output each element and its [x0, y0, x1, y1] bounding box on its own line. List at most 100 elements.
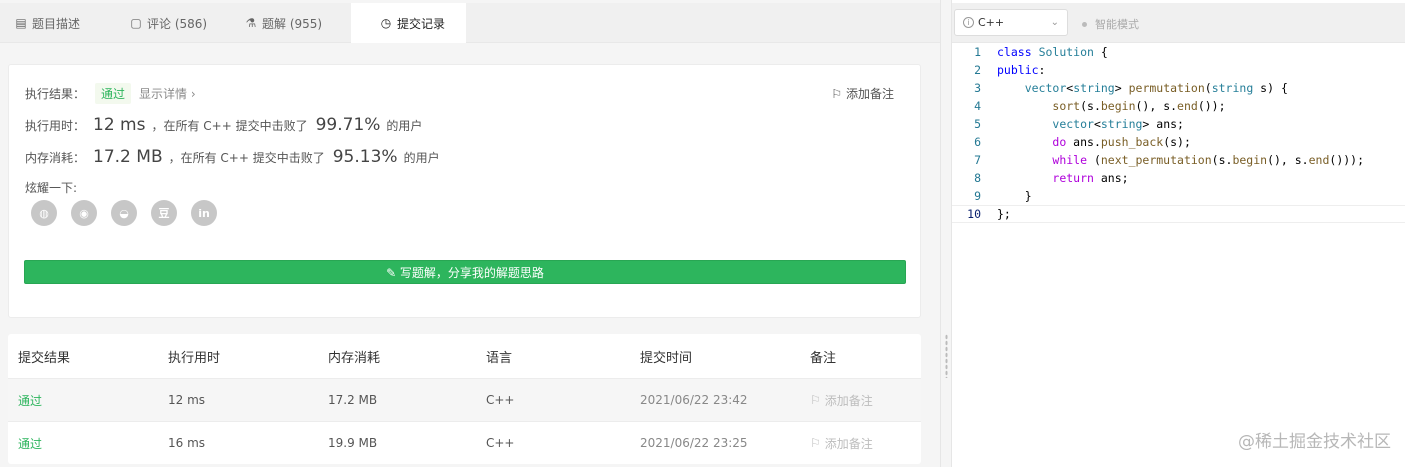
code-text: class Solution {	[997, 45, 1108, 59]
code-line: 1 class Solution {	[952, 43, 1405, 61]
douban-icon[interactable]: 豆	[151, 200, 177, 226]
line-number: 6	[974, 135, 981, 149]
table-row[interactable]: 通过 12 ms 17.2 MB C++ 2021/06/22 23:42 ⚐ …	[8, 378, 921, 421]
header-language: 语言	[486, 350, 513, 366]
smart-mode-toggle[interactable]: 智能模式	[1082, 16, 1139, 32]
clock-icon: ◷	[380, 16, 392, 30]
language-value: C++	[978, 16, 1005, 29]
runtime-label: 执行用时：	[25, 119, 86, 133]
memory-label: 内存消耗：	[25, 151, 86, 165]
runtime-row: 执行用时： 12 ms ，在所有 C++ 提交中击败了 99.71% 的用户	[25, 115, 422, 135]
code-text: while (next_permutation(s.begin(), s.end…	[1052, 153, 1365, 167]
code-text: vector<string> permutation(string s) {	[1024, 81, 1288, 95]
row-submitted: 2021/06/22 23:25	[640, 436, 748, 450]
row-runtime: 12 ms	[168, 393, 206, 407]
left-panel: ▤ 题目描述 ▢ 评论 (586) ⚗ 题解 (955) ◷ 提交记录 执行结果…	[0, 0, 940, 467]
code-line: 6 do ans.push_back(s);	[952, 133, 1405, 151]
smart-mode-label: 智能模式	[1095, 18, 1139, 31]
tab-submissions[interactable]: ◷ 提交记录	[351, 3, 466, 43]
show-details-link[interactable]: 显示详情 ›	[139, 85, 196, 102]
runtime-percent: 99.71%	[315, 115, 381, 135]
code-line: 4 sort(s.begin(), s.end());	[952, 97, 1405, 115]
qq-icon[interactable]: ◒	[111, 200, 137, 226]
line-number: 7	[974, 153, 981, 167]
memory-row: 内存消耗： 17.2 MB ，在所有 C++ 提交中击败了 95.13% 的用户	[25, 147, 440, 167]
code-line: 3 vector<string> permutation(string s) {	[952, 79, 1405, 97]
tab-comments[interactable]: ▢ 评论 (586)	[115, 3, 230, 43]
chevron-down-icon: ⌄	[1050, 17, 1059, 28]
runtime-desc: ，在所有 C++ 提交中击败了	[151, 119, 308, 133]
tab-solutions[interactable]: ⚗ 题解 (955)	[230, 3, 345, 43]
tab-description[interactable]: ▤ 题目描述	[0, 3, 115, 43]
memory-suffix: 的用户	[403, 151, 440, 165]
memory-value: 17.2 MB	[93, 147, 163, 167]
code-line: 2 public:	[952, 61, 1405, 79]
code-text: do ans.push_back(s);	[1052, 135, 1191, 149]
share-buttons: ◍ ◉ ◒ 豆 in	[31, 200, 217, 226]
code-text: sort(s.begin(), s.end());	[1052, 99, 1226, 113]
language-select[interactable]: i C++ ⌄	[954, 9, 1068, 36]
weibo-icon[interactable]: ◉	[71, 200, 97, 226]
flag-icon: ⚐	[810, 393, 821, 407]
table-header: 提交结果 执行用时 内存消耗 语言 提交时间 备注	[8, 334, 921, 378]
header-memory: 内存消耗	[328, 350, 381, 366]
runtime-value: 12 ms	[93, 115, 146, 135]
submissions-table: 提交结果 执行用时 内存消耗 语言 提交时间 备注 通过 12 ms 17.2 …	[8, 334, 921, 464]
code-text: return ans;	[1052, 171, 1129, 185]
drag-handle-icon[interactable]	[945, 334, 948, 378]
code-text: }	[997, 189, 1032, 203]
row-language: C++	[486, 436, 515, 450]
panel-splitter[interactable]	[940, 0, 952, 467]
add-note-button[interactable]: ⚐ 添加备注	[831, 85, 894, 102]
row-note-label: 添加备注	[824, 393, 873, 408]
code-line: 5 vector<string> ans;	[952, 115, 1405, 133]
line-number: 4	[974, 99, 981, 113]
dot-icon	[1082, 21, 1087, 27]
result-row: 执行结果： 通过 显示详情 ›	[25, 83, 196, 104]
line-number: 1	[974, 45, 981, 59]
line-number: 2	[974, 63, 981, 77]
table-row[interactable]: 通过 16 ms 19.9 MB C++ 2021/06/22 23:25 ⚐ …	[8, 421, 921, 464]
comment-icon: ▢	[130, 16, 142, 30]
status-badge: 通过	[95, 83, 132, 104]
line-number: 8	[974, 171, 981, 185]
tab-label: 题目描述	[32, 16, 81, 31]
wechat-icon[interactable]: ◍	[31, 200, 57, 226]
row-runtime: 16 ms	[168, 436, 206, 450]
runtime-suffix: 的用户	[386, 119, 423, 133]
linkedin-icon[interactable]: in	[191, 200, 217, 226]
add-note-label: 添加备注	[845, 87, 894, 101]
flag-icon: ⚐	[831, 86, 842, 101]
line-number: 9	[974, 189, 981, 203]
problem-tabs: ▤ 题目描述 ▢ 评论 (586) ⚗ 题解 (955) ◷ 提交记录	[0, 3, 940, 43]
tab-label: 题解 (955)	[262, 16, 323, 31]
code-text: public:	[997, 63, 1046, 77]
header-runtime: 执行用时	[168, 350, 221, 366]
code-line: 10 };	[952, 205, 1405, 223]
row-status[interactable]: 通过	[8, 435, 168, 452]
line-number: 3	[974, 81, 981, 95]
line-number: 10	[967, 207, 981, 221]
row-add-note[interactable]: ⚐ 添加备注	[810, 392, 920, 409]
header-time: 提交时间	[640, 350, 693, 366]
row-note-label: 添加备注	[824, 436, 873, 451]
exec-label: 执行结果：	[25, 87, 86, 101]
row-status[interactable]: 通过	[8, 392, 168, 409]
code-line: 7 while (next_permutation(s.begin(), s.e…	[952, 151, 1405, 169]
flag-icon: ⚐	[810, 436, 821, 450]
code-line: 9 }	[952, 187, 1405, 205]
header-status: 提交结果	[18, 350, 71, 366]
memory-desc: ，在所有 C++ 提交中击败了	[168, 151, 325, 165]
share-label: 炫耀一下:	[25, 181, 78, 195]
code-text: };	[997, 207, 1011, 221]
row-add-note[interactable]: ⚐ 添加备注	[810, 435, 920, 452]
code-editor[interactable]: 1 class Solution { 2 public: 3 vector<st…	[952, 43, 1405, 223]
tab-label: 提交记录	[397, 16, 446, 31]
memory-percent: 95.13%	[332, 147, 398, 167]
share-label-row: 炫耀一下:	[25, 179, 77, 196]
result-card: 执行结果： 通过 显示详情 › ⚐ 添加备注 执行用时： 12 ms ，在所有 …	[8, 64, 921, 318]
write-solution-button[interactable]: ✎ 写题解，分享我的解题思路	[24, 260, 906, 284]
row-submitted: 2021/06/22 23:42	[640, 393, 748, 407]
editor-panel: i C++ ⌄ 智能模式 1 class Solution { 2 public…	[952, 0, 1405, 467]
flask-icon: ⚗	[245, 16, 257, 30]
